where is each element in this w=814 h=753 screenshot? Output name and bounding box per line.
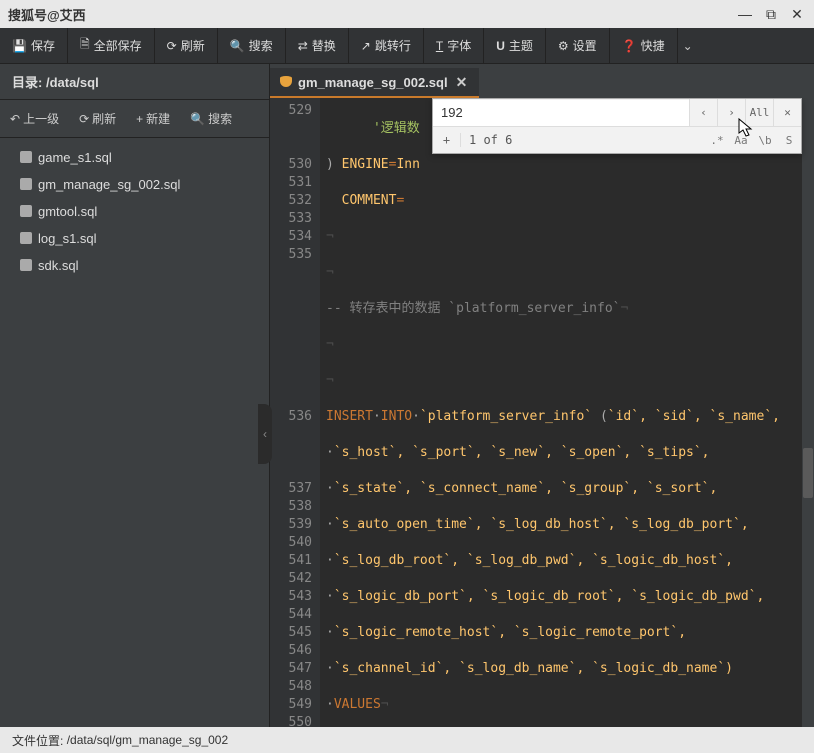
sidebar-new-button[interactable]: +新建: [126, 104, 180, 133]
settings-button[interactable]: ⚙设置: [546, 28, 610, 64]
file-item[interactable]: gm_manage_sg_002.sql: [0, 171, 269, 198]
gear-icon: ⚙: [558, 39, 569, 53]
save-icon: 💾: [12, 39, 27, 53]
close-window-button[interactable]: ✕: [788, 5, 806, 23]
toolbar-overflow[interactable]: ⌄: [678, 39, 698, 53]
status-path: /data/sql/gm_manage_sg_002: [67, 733, 228, 747]
sql-file-icon: [280, 76, 292, 88]
goto-icon: ↗: [361, 39, 371, 53]
sidebar-refresh-button[interactable]: ⟳刷新: [69, 104, 126, 133]
refresh-button[interactable]: ⟳刷新: [155, 28, 218, 64]
search-icon: 🔍: [230, 39, 245, 53]
window-title: 搜狐号@艾西: [8, 5, 728, 24]
find-expand-button[interactable]: +: [433, 133, 461, 147]
line-numbers: 529 530531532533534535 536 5375385395405…: [270, 98, 320, 727]
goto-button[interactable]: ↗跳转行: [349, 28, 424, 64]
find-word-toggle[interactable]: \b: [753, 134, 777, 147]
theme-icon: U: [496, 39, 505, 53]
tab-bar: gm_manage_sg_002.sql ✕: [270, 64, 814, 98]
sidebar-up-button[interactable]: ↶上一级: [0, 104, 69, 133]
find-all-button[interactable]: All: [745, 99, 773, 127]
replace-icon: ⇄: [298, 39, 308, 53]
quick-button[interactable]: ❓快捷: [610, 28, 678, 64]
find-prev-button[interactable]: ‹: [689, 99, 717, 127]
refresh-icon: ⟳: [167, 39, 177, 53]
file-list: game_s1.sql gm_manage_sg_002.sql gmtool.…: [0, 138, 269, 727]
help-icon: ❓: [622, 39, 637, 53]
search-button[interactable]: 🔍搜索: [218, 28, 286, 64]
sidebar-path: 目录: /data/sql: [0, 64, 269, 100]
find-match-count: 1 of 6: [461, 133, 705, 147]
scrollbar-thumb[interactable]: [803, 448, 813, 498]
file-item[interactable]: gmtool.sql: [0, 198, 269, 225]
find-panel: ‹ › All ✕ + 1 of 6 .* Aa \b S: [432, 98, 802, 154]
find-regex-toggle[interactable]: .*: [705, 134, 729, 147]
font-icon: T: [436, 39, 443, 53]
sidebar-collapse-handle[interactable]: ‹: [258, 404, 272, 464]
up-icon: ↶: [10, 112, 20, 126]
main-toolbar: 💾保存 🗎全部保存 ⟳刷新 🔍搜索 ⇄替换 ↗跳转行 T字体 U主题 ⚙设置 ❓…: [0, 28, 814, 64]
file-tab[interactable]: gm_manage_sg_002.sql ✕: [270, 68, 479, 98]
code-editor[interactable]: 529 530531532533534535 536 5375385395405…: [270, 98, 814, 727]
sidebar-search-button[interactable]: 🔍搜索: [180, 104, 242, 133]
file-item[interactable]: sdk.sql: [0, 252, 269, 279]
plus-icon: +: [136, 112, 143, 126]
status-label: 文件位置:: [12, 732, 63, 749]
find-next-button[interactable]: ›: [717, 99, 745, 127]
minimize-button[interactable]: —: [736, 5, 754, 23]
find-selection-toggle[interactable]: S: [777, 134, 801, 147]
file-item[interactable]: log_s1.sql: [0, 225, 269, 252]
find-close-button[interactable]: ✕: [773, 99, 801, 127]
save-all-icon: 🗎: [80, 35, 90, 56]
sidebar-tools: ↶上一级 ⟳刷新 +新建 🔍搜索: [0, 100, 269, 138]
code-content[interactable]: '逻辑数 ) ENGINE=Inn COMMENT= ¬ ¬ -- 转存表中的数…: [320, 98, 814, 727]
save-button[interactable]: 💾保存: [0, 28, 68, 64]
status-bar: 文件位置: /data/sql/gm_manage_sg_002: [0, 727, 814, 753]
sidebar: 目录: /data/sql ↶上一级 ⟳刷新 +新建 🔍搜索 game_s1.s…: [0, 64, 270, 727]
maximize-button[interactable]: ⧉: [762, 5, 780, 23]
font-button[interactable]: T字体: [424, 28, 484, 64]
search-icon: 🔍: [190, 112, 205, 126]
titlebar: 搜狐号@艾西 — ⧉ ✕: [0, 0, 814, 28]
file-item[interactable]: game_s1.sql: [0, 144, 269, 171]
save-all-button[interactable]: 🗎全部保存: [68, 28, 155, 64]
find-case-toggle[interactable]: Aa: [729, 134, 753, 147]
theme-button[interactable]: U主题: [484, 28, 546, 64]
vertical-scrollbar[interactable]: [802, 98, 814, 727]
refresh-icon: ⟳: [79, 112, 89, 126]
tab-filename: gm_manage_sg_002.sql: [298, 75, 448, 90]
tab-close-button[interactable]: ✕: [454, 74, 470, 91]
find-input[interactable]: [433, 100, 689, 126]
editor-area: gm_manage_sg_002.sql ✕ 529 5305315325335…: [270, 64, 814, 727]
replace-button[interactable]: ⇄替换: [286, 28, 349, 64]
